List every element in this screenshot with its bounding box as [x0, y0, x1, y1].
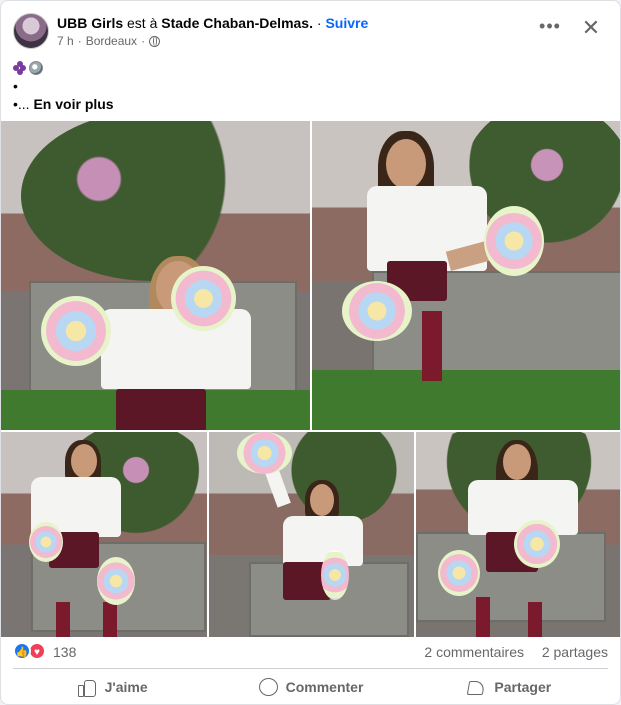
comment-button[interactable]: Commenter — [211, 671, 409, 703]
shares-count[interactable]: 2 partages — [542, 644, 608, 660]
post-meta: 7 h · Bordeaux · — [57, 34, 161, 48]
bullet-line-1: • — [13, 78, 18, 94]
follow-button[interactable]: Suivre — [325, 15, 368, 31]
share-arrow-icon — [466, 678, 486, 696]
connector-text: est à — [127, 15, 158, 31]
actions-divider — [13, 668, 608, 669]
cheerleader-photo-2[interactable] — [312, 121, 620, 430]
emoji-line — [13, 59, 114, 77]
close-button[interactable]: ✕ — [578, 15, 604, 41]
author-name[interactable]: UBB Girls — [57, 15, 123, 31]
bullet-line-2: •... En voir plus — [13, 95, 114, 113]
post-card: UBB Girls est à Stade Chaban-Delmas. · S… — [0, 0, 621, 705]
comment-bubble-icon — [258, 678, 278, 696]
post-actions: J'aime Commenter Partager — [13, 671, 608, 703]
thumbs-up-icon — [77, 678, 97, 697]
see-more-link[interactable]: En voir plus — [33, 96, 113, 112]
post-time[interactable]: 7 h — [57, 34, 74, 48]
separator-dot: · — [316, 15, 322, 31]
reactions-count[interactable]: 138 — [53, 644, 76, 660]
like-reaction-icon: 👍 — [13, 642, 31, 660]
post-stats: 👍 ♥ 138 2 commentaires 2 partages — [13, 641, 608, 663]
like-label: J'aime — [104, 679, 148, 695]
bullet-prefix: •... — [13, 96, 30, 112]
post-text: • •... En voir plus — [13, 59, 114, 113]
photo-grid — [1, 121, 620, 637]
cheerleader-photo-5[interactable] — [416, 432, 620, 637]
like-button[interactable]: J'aime — [13, 671, 211, 703]
volleyball-icon — [29, 61, 43, 75]
cheerleader-photo-1[interactable] — [1, 121, 310, 430]
share-button[interactable]: Partager — [410, 671, 608, 703]
reaction-icons[interactable]: 👍 ♥ — [13, 642, 46, 660]
comment-label: Commenter — [285, 679, 364, 695]
comments-count[interactable]: 2 commentaires — [424, 644, 524, 660]
share-label: Partager — [494, 679, 552, 695]
page-avatar[interactable] — [13, 13, 49, 49]
cheerleader-photo-3[interactable] — [1, 432, 207, 637]
grapes-icon — [13, 61, 27, 75]
globe-icon — [149, 35, 161, 47]
more-options-button[interactable]: ••• — [536, 17, 564, 41]
post-author-line: UBB Girls est à Stade Chaban-Delmas. · S… — [57, 15, 368, 31]
location-link[interactable]: Stade Chaban-Delmas. — [161, 15, 313, 31]
post-place: Bordeaux — [85, 34, 138, 48]
post-header: UBB Girls est à Stade Chaban-Delmas. · S… — [13, 13, 608, 53]
meta-dot-2: · — [141, 34, 146, 48]
cheerleader-photo-4[interactable] — [209, 432, 414, 637]
meta-dot: · — [77, 34, 82, 48]
